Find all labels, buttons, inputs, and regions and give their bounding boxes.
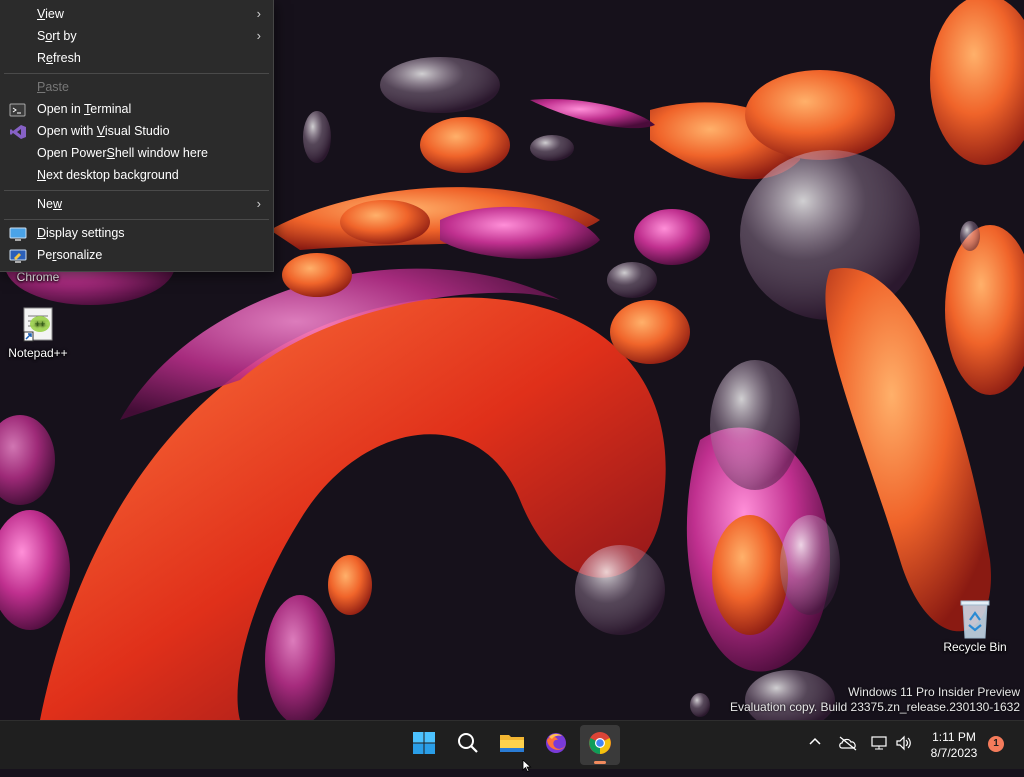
menu-item-refresh[interactable]: Refresh xyxy=(0,48,273,70)
network-icon[interactable] xyxy=(870,735,888,754)
search-icon xyxy=(456,731,480,760)
build-watermark: Windows 11 Pro Insider Preview Evaluatio… xyxy=(730,685,1020,715)
clock-date: 8/7/2023 xyxy=(930,746,978,760)
search-button[interactable] xyxy=(448,725,488,765)
clock-time: 1:11 PM xyxy=(932,730,976,744)
menu-item-new[interactable]: New › xyxy=(0,194,273,216)
menu-item-label: Open with Visual Studio xyxy=(37,124,170,138)
menu-separator xyxy=(4,73,269,74)
desktop-icon-recycle-bin[interactable]: Recycle Bin xyxy=(937,598,1013,654)
menu-item-label: View xyxy=(37,7,64,21)
menu-separator xyxy=(4,219,269,220)
onedrive-offline-icon[interactable] xyxy=(838,735,858,754)
menu-item-label: Open in Terminal xyxy=(37,102,132,116)
notepadpp-icon: ++ xyxy=(18,304,58,344)
watermark-line-2: Evaluation copy. Build 23375.zn_release.… xyxy=(730,700,1020,714)
chevron-right-icon: › xyxy=(256,28,261,43)
chevron-right-icon: › xyxy=(256,196,261,211)
menu-item-label: Next desktop background xyxy=(37,168,179,182)
menu-item-next-desktop-background[interactable]: Next desktop background xyxy=(0,165,273,187)
firefox-icon xyxy=(544,731,568,760)
watermark-line-1: Windows 11 Pro Insider Preview xyxy=(848,685,1020,699)
taskbar-clock[interactable]: 1:11 PM 8/7/2023 xyxy=(918,729,990,761)
menu-item-display-settings[interactable]: Display settings xyxy=(0,223,273,245)
menu-item-label: Paste xyxy=(37,80,69,94)
menu-item-personalize[interactable]: Personalize xyxy=(0,245,273,267)
notification-badge[interactable]: 1 xyxy=(988,736,1004,752)
menu-item-open-in-terminal[interactable]: Open in Terminal xyxy=(0,99,273,121)
mouse-cursor-icon xyxy=(522,759,532,777)
file-explorer-icon xyxy=(499,732,525,759)
volume-icon[interactable] xyxy=(895,735,913,754)
chrome-button[interactable] xyxy=(580,725,620,765)
menu-item-sort-by[interactable]: Sort by › xyxy=(0,26,273,48)
display-settings-icon xyxy=(9,226,27,242)
menu-item-label: Open PowerShell window here xyxy=(37,146,208,160)
start-icon xyxy=(412,731,436,760)
recycle-bin-icon xyxy=(955,598,995,639)
menu-item-view[interactable]: View › xyxy=(0,4,273,26)
menu-item-open-with-visual-studio[interactable]: Open with Visual Studio xyxy=(0,121,273,143)
menu-item-label: New xyxy=(37,197,63,211)
menu-separator xyxy=(4,190,269,191)
visual-studio-icon xyxy=(9,124,27,140)
tray-overflow-chevron-icon[interactable] xyxy=(808,735,822,752)
start-button[interactable] xyxy=(404,725,444,765)
menu-item-label: Display settings xyxy=(37,226,125,240)
personalize-icon xyxy=(9,248,27,264)
desktop-icon-chrome-label: Chrome xyxy=(16,270,60,284)
menu-item-open-powershell[interactable]: Open PowerShell window here xyxy=(0,143,273,165)
active-app-indicator xyxy=(594,761,606,764)
terminal-icon xyxy=(9,102,27,118)
desktop-icon-chrome[interactable]: Chrome xyxy=(0,270,76,284)
menu-item-label: Refresh xyxy=(37,51,81,65)
desktop-icon-notepadpp-label: Notepad++ xyxy=(8,346,68,360)
menu-item-label: Sort by xyxy=(37,29,77,43)
taskbar: 1:11 PM 8/7/2023 xyxy=(0,720,1024,773)
desktop-icon-recycle-bin-label: Recycle Bin xyxy=(943,640,1007,654)
chrome-icon xyxy=(588,731,612,760)
svg-text:++: ++ xyxy=(35,319,46,329)
desktop-context-menu: View › Sort by › Refresh Paste Open in T… xyxy=(0,0,274,272)
chevron-right-icon: › xyxy=(256,6,261,21)
firefox-button[interactable] xyxy=(536,725,576,765)
menu-item-paste: Paste xyxy=(0,77,273,99)
menu-item-label: Personalize xyxy=(37,248,103,262)
desktop-icon-notepadpp[interactable]: ++ Notepad++ xyxy=(0,304,76,360)
